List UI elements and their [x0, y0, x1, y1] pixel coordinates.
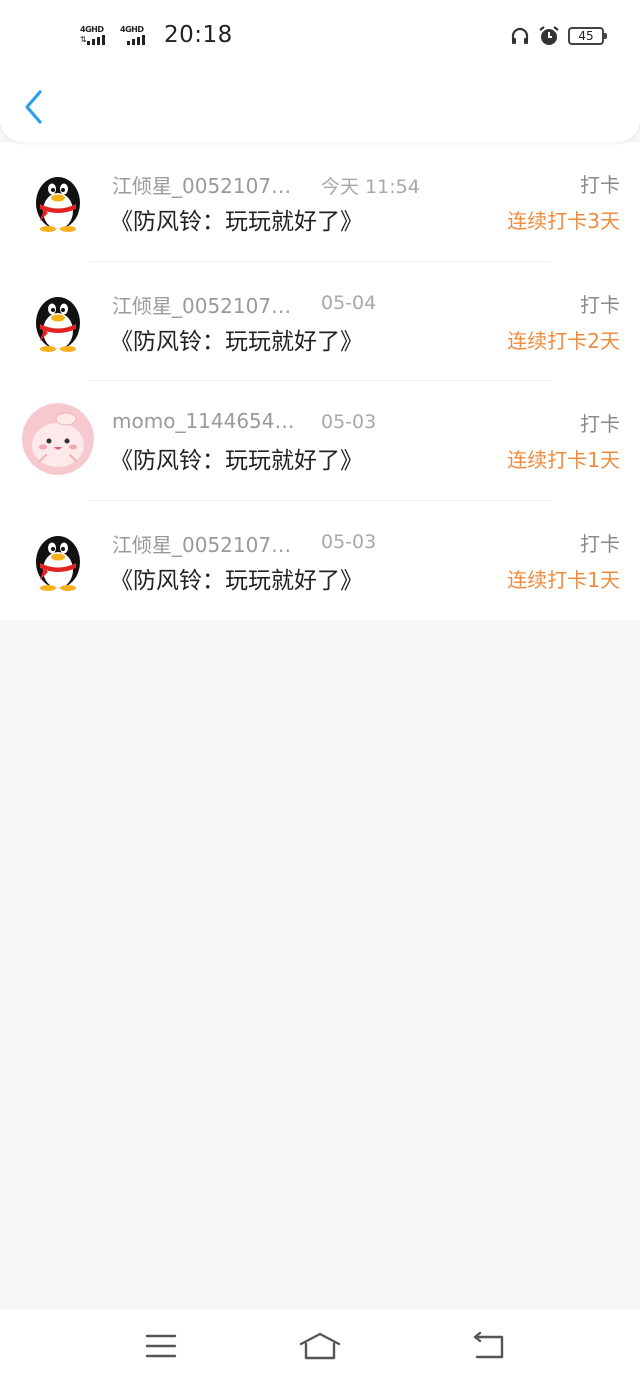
streak-label: 连续打卡1天 [507, 448, 620, 472]
back-nav-button[interactable] [470, 1329, 506, 1363]
network-indicator-1: 4GHD ⇅ [80, 25, 112, 45]
record-date: 05-03 [321, 411, 377, 433]
back-button[interactable] [20, 86, 50, 128]
streak-label: 连续打卡3天 [507, 209, 620, 233]
signal-bars-icon [87, 35, 105, 45]
streak-label: 连续打卡2天 [507, 328, 620, 353]
record-title: 《防风铃：玩玩就好了》 [110, 328, 363, 355]
menu-icon [145, 1334, 177, 1358]
network-label: 4GHD [80, 25, 104, 34]
system-nav-bar [0, 1309, 640, 1387]
home-icon [299, 1332, 341, 1360]
network-label: 4GHD [120, 25, 144, 34]
home-button[interactable] [298, 1329, 342, 1363]
list-item[interactable]: 江倾星_0052107… 05-04 《防风铃：玩玩就好了》 打卡 连续打卡2天 [0, 262, 640, 381]
checkin-record-list: 江倾星_0052107… 今天 11:54 《防风铃：玩玩就好了》 打卡 连续打… [0, 142, 640, 620]
avatar[interactable] [22, 403, 94, 475]
data-arrows-icon: ⇅ [80, 35, 87, 44]
record-date: 05-04 [321, 291, 377, 314]
username[interactable]: 江倾星_0052107… [112, 529, 296, 558]
avatar[interactable] [22, 284, 94, 356]
signal-bars-icon [127, 35, 145, 45]
chevron-left-icon [25, 90, 42, 124]
checkin-tag: 打卡 [580, 173, 620, 197]
username[interactable]: momo_1144654… [112, 409, 296, 433]
headphones-icon [511, 27, 529, 44]
qq-penguin-icon [36, 296, 80, 352]
battery-level: 45 [578, 29, 594, 43]
qq-penguin-icon [36, 535, 80, 591]
pink-cartoon-icon [22, 403, 94, 475]
back-icon [473, 1332, 504, 1359]
record-date: 05-03 [321, 530, 377, 553]
avatar[interactable] [22, 523, 94, 595]
status-bar-left: 4GHD ⇅ 4GHD 20:18 [80, 20, 233, 50]
list-item[interactable]: 江倾星_0052107… 今天 11:54 《防风铃：玩玩就好了》 打卡 连续打… [0, 142, 640, 262]
checkin-tag: 打卡 [580, 412, 620, 436]
username[interactable]: 江倾星_0052107… [112, 170, 296, 199]
status-time: 20:18 [164, 22, 233, 48]
record-title: 《防风铃：玩玩就好了》 [110, 209, 363, 235]
menu-button[interactable] [144, 1329, 178, 1363]
list-item[interactable]: 江倾星_0052107… 05-03 《防风铃：玩玩就好了》 打卡 连续打卡1天 [0, 501, 640, 621]
checkin-tag: 打卡 [580, 531, 620, 556]
list-item[interactable]: momo_1144654… 05-03 《防风铃：玩玩就好了》 打卡 连续打卡1… [0, 381, 640, 501]
qq-penguin-icon [36, 177, 80, 232]
network-indicator-2: 4GHD [120, 25, 152, 45]
record-title: 《防风铃：玩玩就好了》 [110, 567, 363, 594]
streak-label: 连续打卡1天 [507, 567, 620, 592]
status-bar-right: 45 [510, 22, 607, 50]
alarm-clock-icon [539, 26, 559, 45]
top-bar: 4GHD ⇅ 4GHD 20:18 45 [0, 0, 640, 142]
battery-icon: 45 [568, 27, 607, 45]
record-title: 《防风铃：玩玩就好了》 [110, 448, 363, 474]
username[interactable]: 江倾星_0052107… [112, 290, 296, 319]
record-date: 今天 11:54 [321, 176, 420, 198]
avatar[interactable] [22, 164, 94, 236]
checkin-tag: 打卡 [580, 292, 620, 317]
